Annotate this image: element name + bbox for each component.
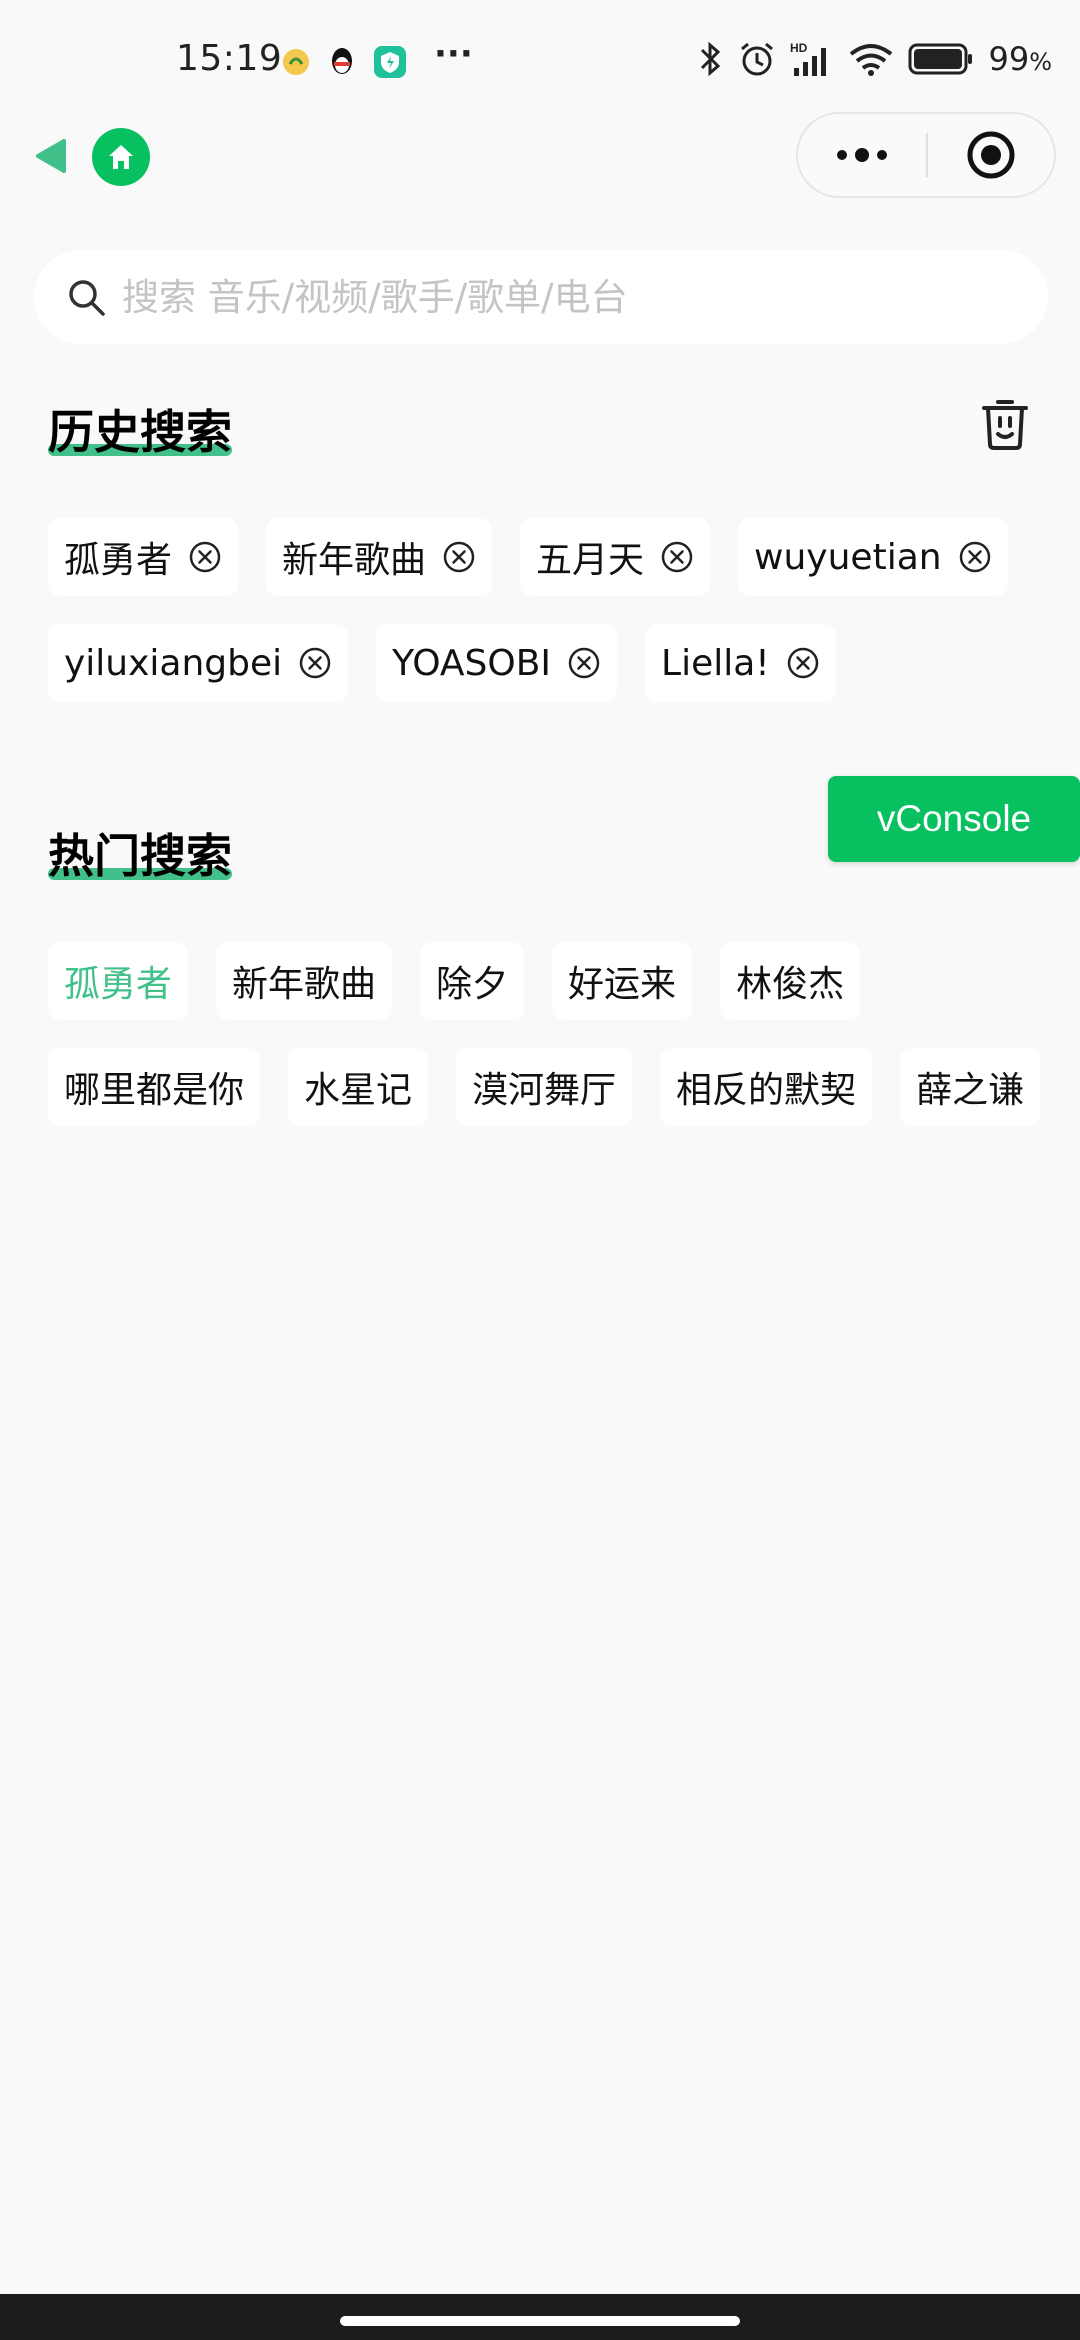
hot-tag[interactable]: 新年歌曲 (216, 942, 393, 1020)
vconsole-button[interactable]: vConsole (828, 776, 1080, 862)
remove-tag-icon[interactable] (567, 646, 601, 680)
wifi-icon (850, 44, 893, 76)
tag-label: YOASOBI (392, 642, 552, 684)
tag-label: wuyuetian (754, 536, 942, 578)
tag-label: 漠河舞厅 (472, 1070, 617, 1111)
tag-label: 哪里都是你 (64, 1070, 245, 1111)
history-tag[interactable]: 孤勇者 (48, 518, 239, 596)
more-dots-icon (837, 148, 887, 162)
tag-label: 孤勇者 (64, 540, 173, 581)
hot-tag[interactable]: 水星记 (288, 1048, 429, 1126)
tag-label: 好运来 (568, 964, 677, 1005)
home-button[interactable] (92, 128, 150, 186)
hot-title-text: 热门搜索 (48, 829, 232, 883)
hot-tag[interactable]: 哪里都是你 (48, 1048, 261, 1126)
tag-label: 除夕 (436, 964, 509, 1005)
history-tag-list: 孤勇者 新年歌曲 五月天 wuyuetian yiluxiangbei YOASOBI Li… (48, 518, 1048, 702)
battery-unit: % (1029, 48, 1052, 76)
tag-label: Liella! (661, 642, 770, 684)
tag-label: 孤勇者 (64, 964, 173, 1005)
search-input[interactable] (122, 275, 1048, 319)
home-icon (109, 145, 133, 169)
history-tag[interactable]: 五月天 (520, 518, 711, 596)
tag-label: 水星记 (304, 1070, 413, 1111)
tag-label: yiluxiangbei (64, 642, 283, 684)
hot-tag[interactable]: 薛之谦 (900, 1048, 1041, 1126)
hot-tag[interactable]: 相反的默契 (660, 1048, 873, 1126)
history-tag[interactable]: 新年歌曲 (266, 518, 493, 596)
hot-title: 热门搜索 (48, 820, 232, 886)
search-icon (69, 280, 105, 316)
remove-tag-icon[interactable] (298, 646, 332, 680)
hot-tag[interactable]: 除夕 (420, 942, 525, 1020)
hot-tag-list: 孤勇者 新年歌曲 除夕 好运来 林俊杰哪里都是你 水星记 漠河舞厅 相反的默契 薛之谦 (48, 942, 1048, 1126)
tag-label: 五月天 (536, 540, 645, 581)
battery-percentage: 99% (988, 40, 1052, 78)
tag-label: 新年歌曲 (232, 964, 377, 1005)
qq-icon (332, 48, 352, 74)
history-title-text: 历史搜索 (48, 405, 232, 459)
security-app-icon (374, 46, 406, 78)
history-tag[interactable]: yiluxiangbei (48, 624, 349, 702)
hot-tag[interactable]: 漠河舞厅 (456, 1048, 633, 1126)
battery-icon (908, 43, 973, 75)
signal-icon: HD (790, 41, 827, 76)
tag-label: 相反的默契 (676, 1070, 857, 1111)
svg-text:HD: HD (790, 41, 808, 55)
remove-tag-icon[interactable] (188, 540, 222, 574)
capsule-more-button[interactable] (798, 114, 926, 196)
history-title: 历史搜索 (48, 396, 232, 462)
history-tag[interactable]: Liella! (645, 624, 836, 702)
capsule-close-button[interactable] (928, 114, 1054, 196)
mini-program-capsule (796, 112, 1056, 198)
history-tag[interactable]: wuyuetian (738, 518, 1008, 596)
hot-tag[interactable]: 好运来 (552, 942, 693, 1020)
tag-label: 新年歌曲 (282, 540, 427, 581)
status-right-group: HD 99% (698, 40, 1052, 78)
hot-tag[interactable]: 林俊杰 (720, 942, 861, 1020)
remove-tag-icon[interactable] (958, 540, 992, 574)
tag-label: 林俊杰 (736, 964, 845, 1005)
hot-tag[interactable]: 孤勇者 (48, 942, 189, 1020)
battery-value: 99 (988, 40, 1030, 78)
trash-icon[interactable] (980, 398, 1030, 452)
history-tag[interactable]: YOASOBI (376, 624, 618, 702)
search-bar[interactable] (34, 250, 1048, 344)
status-time: 15:19 (176, 38, 283, 79)
alarm-icon (741, 42, 774, 76)
remove-tag-icon[interactable] (660, 540, 694, 574)
more-notifications-icon: ··· (434, 34, 473, 74)
target-icon (967, 131, 1015, 179)
remove-tag-icon[interactable] (442, 540, 476, 574)
back-icon[interactable] (34, 138, 68, 174)
remove-tag-icon[interactable] (786, 646, 820, 680)
app-notification-icon (283, 49, 309, 75)
status-bar: 15:19 ··· HD 99% (0, 0, 1080, 120)
bluetooth-icon (701, 41, 721, 77)
home-indicator[interactable] (340, 2316, 740, 2326)
tag-label: 薛之谦 (916, 1070, 1025, 1111)
